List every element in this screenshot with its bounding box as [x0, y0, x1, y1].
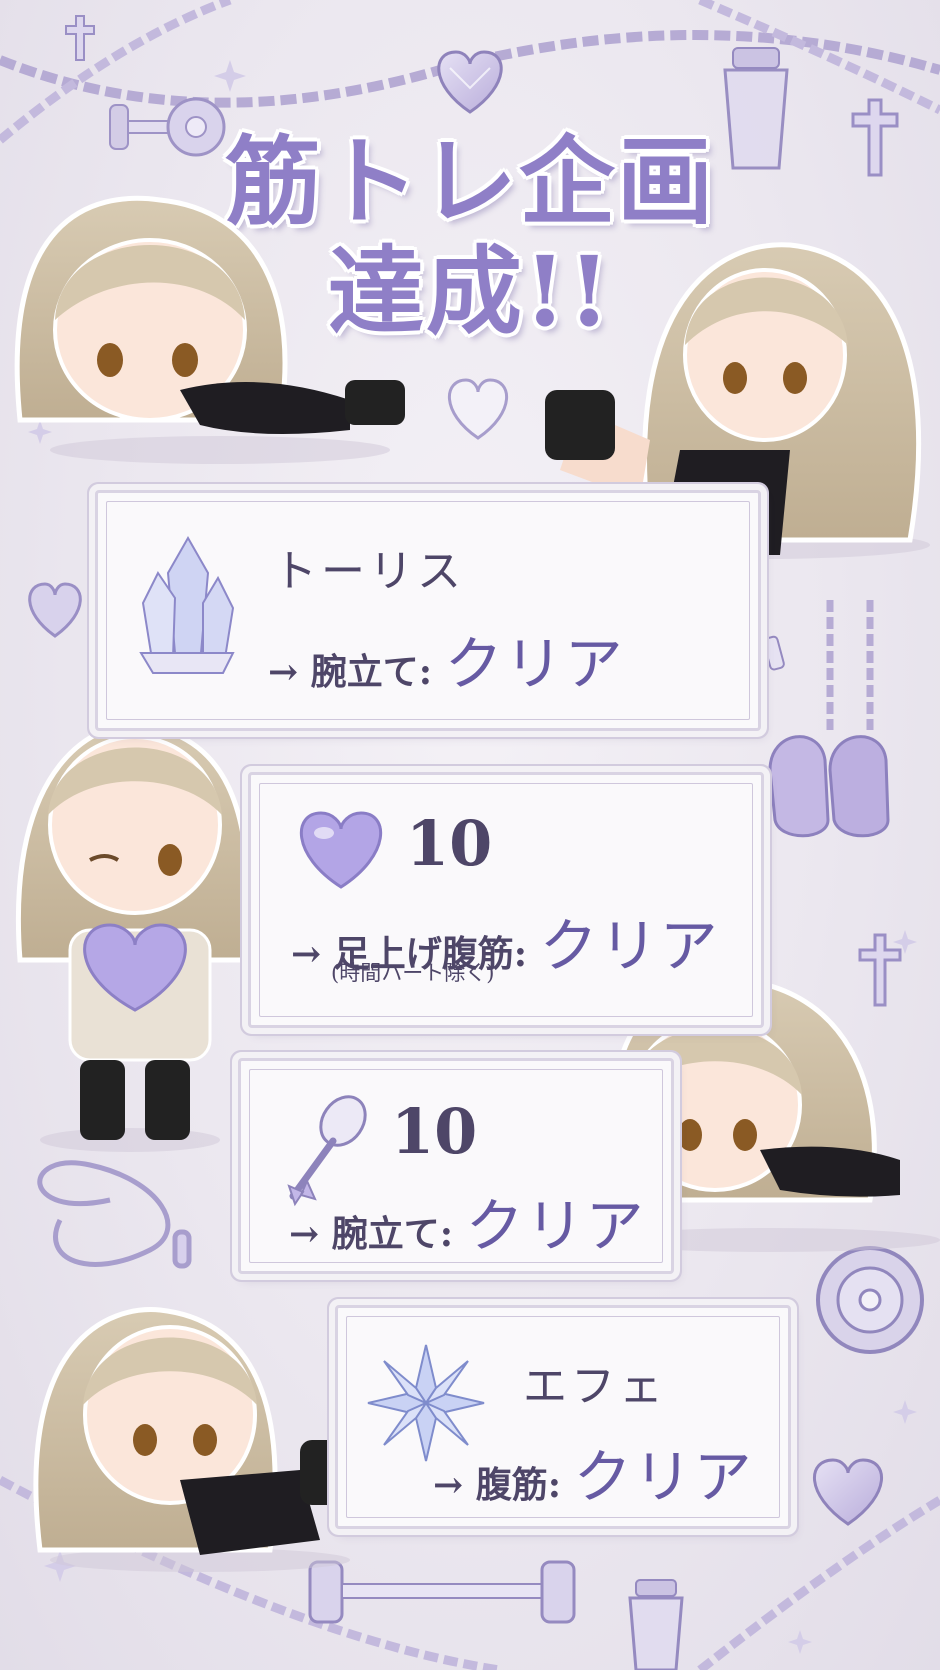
card-name: エフェ [523, 1361, 667, 1412]
arrow: → [289, 1213, 320, 1255]
result-label: クリア [573, 1443, 754, 1511]
heart-icon [299, 811, 383, 889]
heart-gem-bottom [812, 1458, 884, 1526]
note-label: (時間ハート除く) [331, 961, 495, 985]
card-torisu: トーリス → 腕立て: クリア [95, 490, 761, 731]
card-heart-10: 10 → 足上げ腹筋: クリア (時間ハート除く) [248, 772, 764, 1028]
count-label: 10 [406, 807, 493, 880]
card-line: → 腕立て: クリア [289, 1179, 646, 1263]
shaker-bottle-icon-bottom [628, 1579, 684, 1670]
crystal-cluster-icon [139, 535, 235, 674]
heart-gem-top [437, 50, 503, 114]
exercise-label: 腕立て: [310, 651, 433, 693]
exercise-label: 腹筋: [475, 1464, 562, 1506]
poster: { "title": {"line1": "筋トレ企画", "line2": "… [0, 0, 940, 1670]
weight-plate-icon [816, 1246, 924, 1354]
arrow: → [433, 1464, 464, 1506]
cross-icon-topleft [65, 15, 95, 61]
cross-icon-mid [858, 933, 902, 1007]
card-spoon-10: 10 → 腕立て: クリア [238, 1058, 674, 1274]
card-efe: エフェ → 腹筋: クリア [335, 1305, 791, 1529]
heart-bubble-icon [447, 378, 509, 440]
heart-icon-left [28, 582, 82, 638]
arrow: → [268, 651, 299, 693]
card-name: トーリス [273, 546, 465, 597]
title-line1: 筋トレ企画 [225, 125, 715, 238]
count-label: 10 [391, 1095, 478, 1168]
result-label: クリア [444, 630, 625, 698]
arrow: → [291, 933, 322, 975]
card-line: → 腹筋: クリア [433, 1430, 754, 1514]
card-line: → 腕立て: クリア [268, 617, 625, 701]
jump-rope-icon [37, 1160, 192, 1269]
barbell-icon-bottom [308, 1560, 576, 1624]
title-line2: 達成!! [327, 235, 613, 348]
result-label: クリア [539, 912, 720, 980]
result-label: クリア [465, 1192, 646, 1260]
exercise-label: 腕立て: [331, 1213, 454, 1255]
boxing-gloves-icon [768, 735, 890, 838]
